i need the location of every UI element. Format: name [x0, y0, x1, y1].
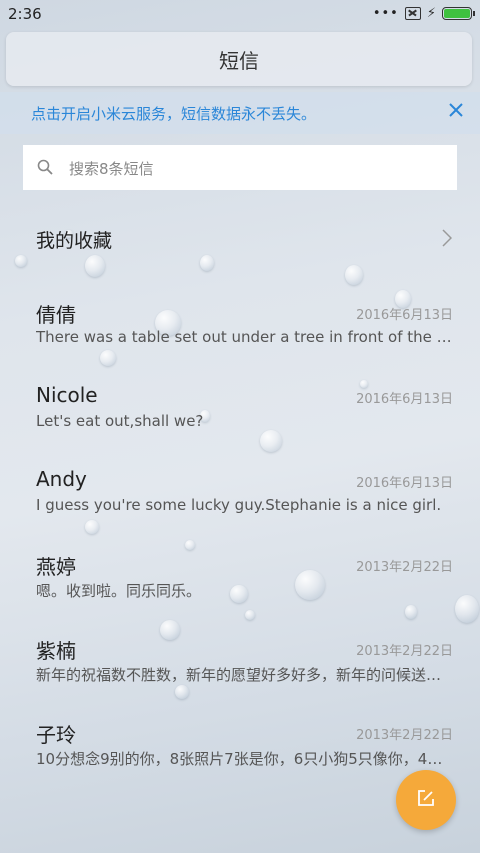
message-preview: 新年的祝福数不胜数，新年的愿望好多好多，新年的问候送给你	[36, 666, 454, 684]
favorites-row[interactable]: 我的收藏	[0, 214, 480, 262]
compose-button[interactable]	[396, 770, 456, 830]
title-bar: 短信	[6, 32, 472, 86]
contact-name: 子玲	[36, 723, 76, 747]
search-icon	[37, 159, 53, 175]
message-date: 2016年6月13日	[356, 308, 453, 323]
banner-text[interactable]: 点击开启小米云服务，短信数据永不丢失。	[31, 103, 316, 124]
conversation-item[interactable]: 倩倩 2016年6月13日 There was a table set out …	[0, 299, 480, 369]
cloud-service-banner[interactable]: 点击开启小米云服务，短信数据永不丢失。	[0, 92, 480, 134]
message-date: 2013年2月22日	[356, 644, 453, 659]
contact-name: 紫楠	[36, 639, 76, 663]
contact-name: Andy	[36, 467, 87, 491]
close-icon[interactable]	[448, 102, 464, 122]
conversation-item[interactable]: 燕婷 2013年2月22日 嗯。收到啦。同乐同乐。	[0, 551, 480, 621]
search-box[interactable]	[23, 145, 457, 192]
message-preview: Let's eat out,shall we?	[36, 412, 204, 430]
search-input[interactable]	[67, 145, 451, 192]
status-time: 2:36	[8, 5, 42, 23]
contact-name: 燕婷	[36, 555, 76, 579]
message-date: 2016年6月13日	[356, 476, 453, 491]
message-date: 2013年2月22日	[356, 560, 453, 575]
conversation-item[interactable]: 紫楠 2013年2月22日 新年的祝福数不胜数，新年的愿望好多好多，新年的问候送…	[0, 635, 480, 705]
status-icons: ••• ⚡	[372, 6, 475, 21]
message-preview: There was a table set out under a tree i…	[36, 328, 454, 346]
no-sim-icon	[404, 7, 421, 20]
contact-name: Nicole	[36, 383, 98, 407]
battery-icon	[442, 7, 475, 20]
page-title: 短信	[219, 48, 259, 73]
charging-icon: ⚡	[426, 6, 436, 21]
message-preview: 嗯。收到啦。同乐同乐。	[36, 582, 202, 600]
favorites-label: 我的收藏	[36, 230, 113, 252]
chevron-right-icon	[442, 229, 453, 247]
message-date: 2016年6月13日	[356, 392, 453, 407]
signal-dots-icon: •••	[372, 6, 399, 21]
message-date: 2013年2月22日	[356, 728, 453, 743]
contact-name: 倩倩	[36, 303, 76, 327]
status-bar: 2:36 ••• ⚡	[0, 0, 480, 28]
message-preview: I guess you're some lucky guy.Stephanie …	[36, 496, 442, 514]
message-preview: 10分想念9别的你，8张照片7张是你，6只小狗5只像你，4季风景	[36, 750, 454, 768]
conversation-item[interactable]: Andy 2016年6月13日 I guess you're some luck…	[0, 467, 480, 537]
compose-icon	[417, 789, 435, 811]
conversation-item[interactable]: Nicole 2016年6月13日 Let's eat out,shall we…	[0, 383, 480, 453]
